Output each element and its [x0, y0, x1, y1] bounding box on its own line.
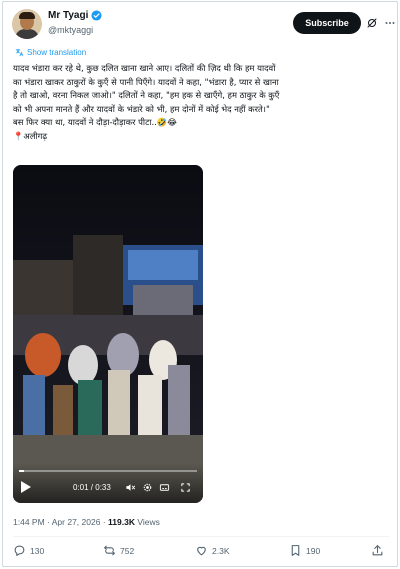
- video-player[interactable]: 0:01 / 0:33: [13, 165, 203, 503]
- tweet-date[interactable]: Apr 27, 2026: [52, 517, 101, 527]
- author-handle[interactable]: @mktyaggi: [48, 25, 93, 35]
- play-icon[interactable]: [21, 481, 31, 493]
- verified-badge-icon: [91, 10, 102, 21]
- subscribe-button[interactable]: Subscribe: [293, 12, 361, 34]
- video-frame: [13, 165, 203, 503]
- repost-button[interactable]: 752: [103, 544, 134, 557]
- more-options-icon[interactable]: [384, 17, 396, 29]
- avatar-body: [15, 29, 39, 39]
- tweet-meta: 1:44 PM · Apr 27, 2026 · 119.3K Views: [13, 517, 160, 527]
- video-progress-fill: [19, 470, 25, 472]
- avatar[interactable]: [12, 9, 42, 39]
- reply-icon: [14, 545, 25, 556]
- show-translation-label[interactable]: Show translation: [27, 48, 86, 57]
- share-icon: [372, 545, 383, 556]
- like-button[interactable]: 2.3K: [195, 544, 230, 557]
- bookmark-icon: [291, 545, 300, 556]
- video-time: 0:01 / 0:33: [73, 483, 111, 492]
- heart-icon: [197, 546, 206, 556]
- views-label: Views: [137, 517, 160, 527]
- action-bar: 130 752 2.3K 190: [13, 544, 389, 562]
- volume-icon[interactable]: [125, 482, 136, 493]
- tweet-card: Mr Tyagi @mktyaggi Subscribe Show transl…: [2, 1, 398, 567]
- views-count: 119.3K: [108, 517, 135, 527]
- share-button[interactable]: [371, 544, 384, 557]
- avatar-hair: [19, 12, 35, 19]
- bookmark-button[interactable]: 190: [289, 544, 320, 557]
- video-progress-bar[interactable]: [19, 470, 197, 472]
- author-name-row[interactable]: Mr Tyagi: [48, 10, 102, 21]
- repost-icon: [104, 545, 115, 556]
- translate-icon: [15, 48, 24, 57]
- settings-gear-icon[interactable]: [142, 482, 153, 493]
- author-name[interactable]: Mr Tyagi: [48, 10, 88, 21]
- grok-icon[interactable]: [366, 17, 378, 29]
- reply-button[interactable]: 130: [13, 544, 44, 557]
- tweet-header: Mr Tyagi @mktyaggi Subscribe: [12, 8, 396, 44]
- show-translation-link[interactable]: Show translation: [15, 48, 86, 57]
- reply-count: 130: [30, 545, 45, 556]
- divider: [13, 536, 389, 537]
- repost-count: 752: [120, 545, 135, 556]
- bookmark-count: 190: [306, 545, 321, 556]
- fullscreen-icon[interactable]: [180, 482, 191, 493]
- tweet-time[interactable]: 1:44 PM: [13, 517, 45, 527]
- like-count: 2.3K: [212, 545, 230, 556]
- tweet-text: यादव भंडारा कर रहे थे, कुछ दलित खाना खान…: [13, 63, 280, 141]
- captions-icon[interactable]: [159, 482, 170, 493]
